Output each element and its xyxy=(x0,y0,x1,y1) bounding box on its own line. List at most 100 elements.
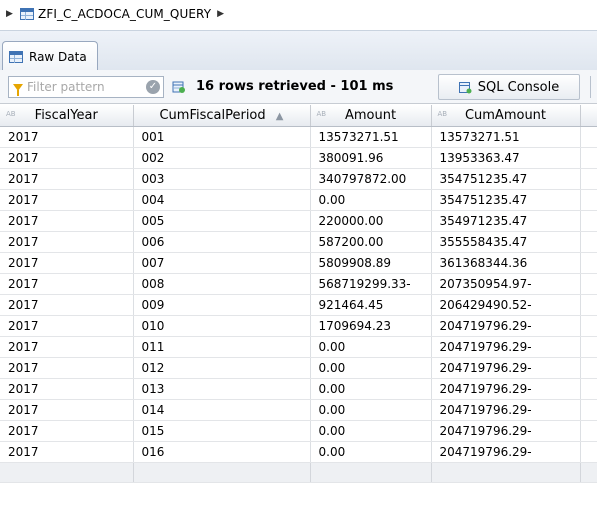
triangle-right-icon[interactable]: ▶ xyxy=(6,9,16,19)
table-row[interactable]: 2017 005 220000.00 354971235.47 xyxy=(0,210,597,232)
table-row[interactable]: 2017 004 0.00 354751235.47 xyxy=(0,189,597,211)
table-cell[interactable]: 354971235.47 xyxy=(431,210,581,232)
table-cell[interactable]: 0.00 xyxy=(310,420,432,442)
table-cell[interactable]: 2017 xyxy=(0,315,134,337)
table-cell[interactable]: 204719796.29- xyxy=(431,399,581,421)
table-cell[interactable]: 011 xyxy=(133,336,311,358)
table-cell[interactable]: 010 xyxy=(133,315,311,337)
table-cell[interactable]: 0.00 xyxy=(310,378,432,400)
table-cell[interactable]: 2017 xyxy=(0,189,134,211)
table-cell[interactable]: 009 xyxy=(133,294,311,316)
column-header-cumamount[interactable]: AB CumAmount xyxy=(431,105,581,127)
table-cell[interactable]: 13573271.51 xyxy=(431,126,581,148)
table-cell[interactable]: 2017 xyxy=(0,126,134,148)
table-cell[interactable]: 007 xyxy=(133,252,311,274)
table-cell[interactable]: 0.00 xyxy=(310,399,432,421)
clear-filter-icon[interactable]: ✓ xyxy=(146,80,160,94)
table-cell[interactable]: 2017 xyxy=(0,399,134,421)
table-row[interactable]: 2017 001 13573271.51 13573271.51 xyxy=(0,126,597,148)
table-cell[interactable]: 207350954.97- xyxy=(431,273,581,295)
table-row[interactable]: 2017 009 921464.45 206429490.52- xyxy=(0,294,597,316)
rows-retrieved-icon xyxy=(172,81,185,93)
table-cell[interactable]: 340797872.00 xyxy=(310,168,432,190)
table-cell[interactable]: 013 xyxy=(133,378,311,400)
table-cell[interactable]: 0.00 xyxy=(310,336,432,358)
table-cell[interactable]: 2017 xyxy=(0,231,134,253)
table-row[interactable]: 2017 016 0.00 204719796.29- xyxy=(0,441,597,463)
table-cell[interactable]: 2017 xyxy=(0,420,134,442)
sql-console-button[interactable]: SQL Console xyxy=(438,74,580,100)
table-cell[interactable]: 354751235.47 xyxy=(431,168,581,190)
column-header-fiscalyear[interactable]: AB FiscalYear xyxy=(0,105,134,127)
table-cell[interactable]: 1709694.23 xyxy=(310,315,432,337)
table-cell[interactable]: 204719796.29- xyxy=(431,378,581,400)
table-row[interactable]: 2017 011 0.00 204719796.29- xyxy=(0,336,597,358)
funnel-icon xyxy=(13,83,23,96)
table-cell[interactable]: 204719796.29- xyxy=(431,357,581,379)
table-row[interactable]: 2017 010 1709694.23 204719796.29- xyxy=(0,315,597,337)
tab-raw-data[interactable]: Raw Data xyxy=(2,41,98,71)
table-cell[interactable]: 006 xyxy=(133,231,311,253)
column-header-cumfiscalperiod[interactable]: CumFiscalPeriod ▲ xyxy=(133,105,311,127)
table-cell[interactable]: 361368344.36 xyxy=(431,252,581,274)
table-cell[interactable]: 2017 xyxy=(0,441,134,463)
table-cell[interactable]: 204719796.29- xyxy=(431,336,581,358)
column-header-amount[interactable]: AB Amount xyxy=(310,105,432,127)
table-cell[interactable]: 568719299.33- xyxy=(310,273,432,295)
table-cell[interactable]: 2017 xyxy=(0,336,134,358)
table-cell-spacer xyxy=(580,315,597,337)
table-cell[interactable]: 0.00 xyxy=(310,357,432,379)
table-cell-spacer xyxy=(580,378,597,400)
table-row[interactable]: 2017 014 0.00 204719796.29- xyxy=(0,399,597,421)
table-cell[interactable]: 012 xyxy=(133,357,311,379)
table-row[interactable]: 2017 002 380091.96 13953363.47 xyxy=(0,147,597,169)
table-cell[interactable]: 2017 xyxy=(0,378,134,400)
table-cell[interactable]: 13953363.47 xyxy=(431,147,581,169)
table-cell[interactable]: 13573271.51 xyxy=(310,126,432,148)
table-cell[interactable]: 2017 xyxy=(0,273,134,295)
table-cell[interactable]: 204719796.29- xyxy=(431,420,581,442)
table-cell-spacer xyxy=(580,252,597,274)
table-cell[interactable]: 206429490.52- xyxy=(431,294,581,316)
table-cell[interactable]: 220000.00 xyxy=(310,210,432,232)
table-cell[interactable]: 2017 xyxy=(0,168,134,190)
table-row[interactable]: 2017 007 5809908.89 361368344.36 xyxy=(0,252,597,274)
table-cell[interactable]: 921464.45 xyxy=(310,294,432,316)
table-cell[interactable]: 016 xyxy=(133,441,311,463)
table-row[interactable]: 2017 008 568719299.33- 207350954.97- xyxy=(0,273,597,295)
table-cell[interactable]: 587200.00 xyxy=(310,231,432,253)
tab-label: Raw Data xyxy=(29,49,87,64)
table-cell[interactable]: 355558435.47 xyxy=(431,231,581,253)
breadcrumb-arrow-icon[interactable]: ▶ xyxy=(217,9,224,19)
table-row[interactable]: 2017 013 0.00 204719796.29- xyxy=(0,378,597,400)
table-cell[interactable]: 5809908.89 xyxy=(310,252,432,274)
type-tag: AB xyxy=(316,110,327,118)
table-cell[interactable]: 005 xyxy=(133,210,311,232)
table-cell[interactable]: 2017 xyxy=(0,147,134,169)
table-cell[interactable]: 003 xyxy=(133,168,311,190)
table-cell[interactable]: 015 xyxy=(133,420,311,442)
table-cell[interactable]: 380091.96 xyxy=(310,147,432,169)
table-cell[interactable]: 2017 xyxy=(0,252,134,274)
table-cell[interactable]: 2017 xyxy=(0,210,134,232)
table-row[interactable]: 2017 012 0.00 204719796.29- xyxy=(0,357,597,379)
table-row[interactable]: 2017 015 0.00 204719796.29- xyxy=(0,420,597,442)
table-cell[interactable]: 0.00 xyxy=(310,441,432,463)
table-row[interactable]: 2017 003 340797872.00 354751235.47 xyxy=(0,168,597,190)
table-cell[interactable]: 2017 xyxy=(0,357,134,379)
table-cell[interactable]: 0.00 xyxy=(310,189,432,211)
table-cell[interactable]: 204719796.29- xyxy=(431,441,581,463)
breadcrumb-title[interactable]: ZFI_C_ACDOCA_CUM_QUERY xyxy=(38,7,211,21)
table-cell[interactable]: 004 xyxy=(133,189,311,211)
table-cell[interactable]: 008 xyxy=(133,273,311,295)
tab-strip: Raw Data xyxy=(0,30,597,71)
table-cell[interactable]: 002 xyxy=(133,147,311,169)
table-cell[interactable]: 001 xyxy=(133,126,311,148)
table-row[interactable]: 2017 006 587200.00 355558435.47 xyxy=(0,231,597,253)
table-cell[interactable]: 2017 xyxy=(0,294,134,316)
table-cell[interactable]: 354751235.47 xyxy=(431,189,581,211)
table-cell[interactable]: 014 xyxy=(133,399,311,421)
table-cell[interactable]: 204719796.29- xyxy=(431,315,581,337)
sql-console-icon xyxy=(458,81,472,93)
filter-input[interactable] xyxy=(27,80,137,94)
